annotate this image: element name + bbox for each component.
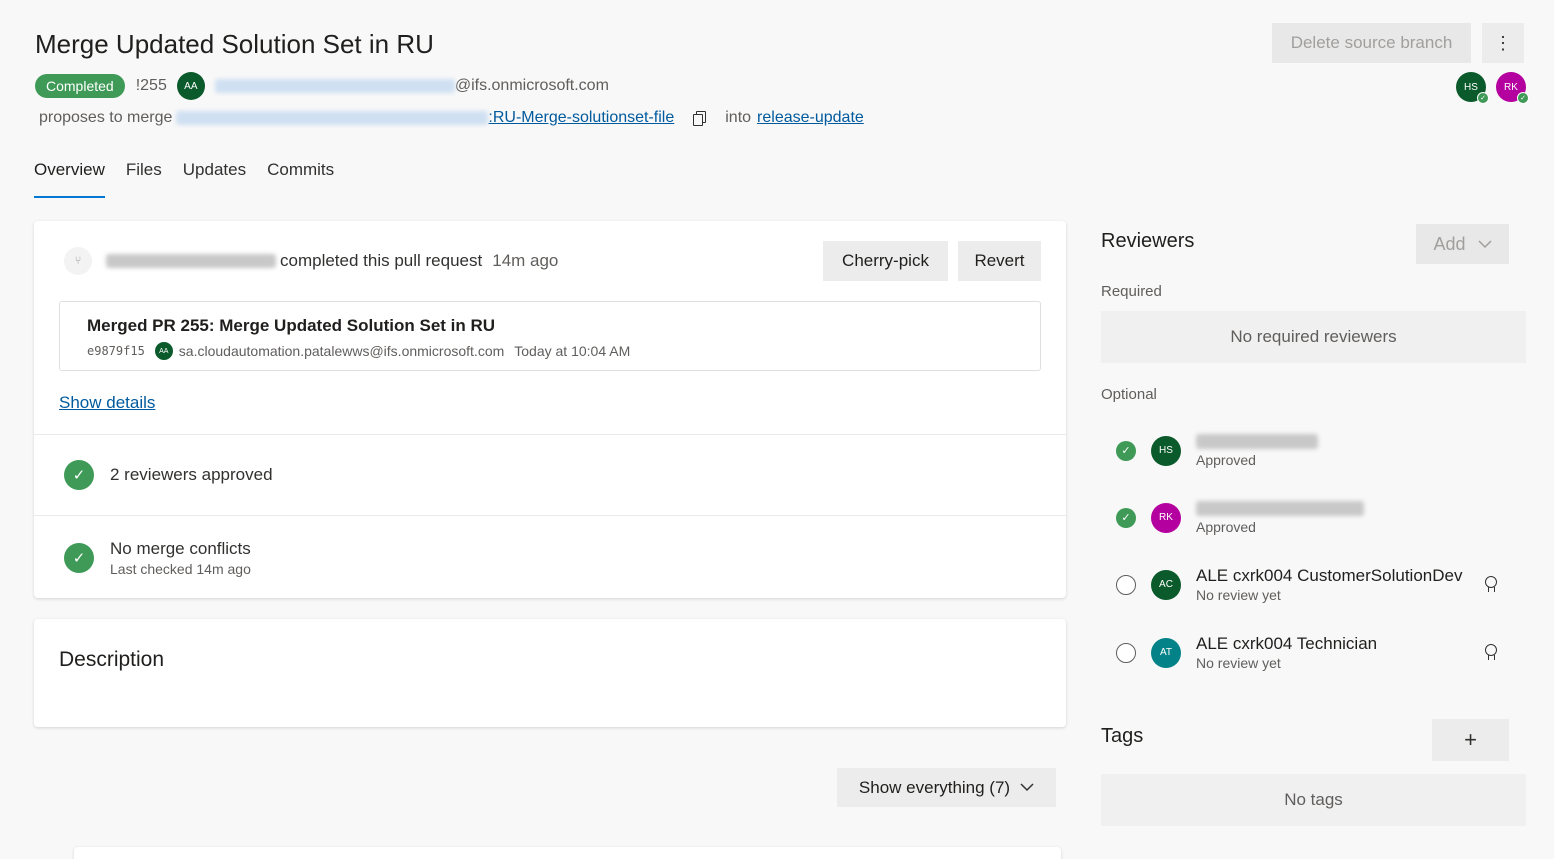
reviewer-avatar[interactable]: HS ✓	[1456, 72, 1489, 104]
required-label: Required	[1101, 283, 1162, 300]
completion-event: ⑂ completed this pull request 14m ago	[64, 247, 558, 275]
pr-meta-row: Completed !255 AA @ifs.onmicrosoft.com	[35, 72, 609, 100]
author-avatar[interactable]: AA	[176, 72, 205, 100]
reviewers-approved-text: 2 reviewers approved	[110, 465, 273, 484]
chevron-down-icon	[1477, 239, 1492, 248]
status-card: ⑂ completed this pull request 14m ago Ch…	[34, 221, 1066, 598]
reviewer-avatar: HS	[1151, 435, 1181, 466]
merge-conflicts-row: ✓ No merge conflicts Last checked 14m ag…	[64, 539, 251, 577]
commit-author-avatar: AA	[154, 342, 173, 360]
cherry-pick-button[interactable]: Cherry-pick	[823, 241, 948, 281]
source-branch-link[interactable]: :RU-Merge-solutionset-file	[488, 109, 674, 127]
description-title: Description	[59, 648, 165, 671]
avatar-initials: HS	[1464, 81, 1478, 93]
divider	[34, 515, 1066, 516]
completer-name-redacted	[106, 254, 276, 268]
success-check-icon: ✓	[64, 543, 94, 573]
commit-hash[interactable]: e9879f15	[87, 344, 145, 358]
approved-check-icon: ✓	[1517, 92, 1529, 104]
author-name-redacted	[214, 79, 455, 93]
reviewer-status: No review yet	[1196, 655, 1281, 671]
activity-card	[74, 847, 1061, 859]
chevron-down-icon	[1020, 783, 1034, 792]
tags-empty: No tags	[1101, 774, 1526, 826]
approved-check-icon: ✓	[1477, 92, 1489, 104]
reviewer-status: Approved	[1196, 519, 1256, 535]
pending-circle-icon	[1116, 642, 1136, 663]
show-details-link[interactable]: Show details	[59, 393, 155, 413]
target-branch-link[interactable]: release-update	[757, 109, 864, 127]
optional-label: Optional	[1101, 386, 1157, 403]
award-icon	[1484, 644, 1498, 661]
award-icon	[1484, 576, 1498, 593]
add-reviewer-button[interactable]: Add	[1416, 224, 1509, 264]
event-text: completed this pull request	[280, 251, 483, 270]
show-everything-button[interactable]: Show everything (7)	[837, 768, 1056, 807]
description-card: Description	[34, 619, 1066, 727]
add-reviewer-label: Add	[1433, 233, 1466, 254]
reviewer-status: Approved	[1196, 452, 1256, 468]
merge-checked-text: Last checked 14m ago	[110, 561, 251, 577]
event-time: 14m ago	[492, 251, 559, 270]
merge-conflicts-text: No merge conflicts	[110, 539, 251, 558]
success-check-icon: ✓	[64, 460, 94, 490]
add-tag-button[interactable]: +	[1432, 719, 1509, 761]
source-branch-redacted	[176, 111, 489, 125]
tab-updates[interactable]: Updates	[183, 160, 246, 198]
commit-author: sa.cloudautomation.patalewws@ifs.onmicro…	[178, 343, 505, 359]
reviewers-title: Reviewers	[1101, 230, 1195, 252]
reviewer-row[interactable]: AC ALE cxrk004 CustomerSolutionDev No re…	[1116, 566, 1462, 603]
commit-time: Today at 10:04 AM	[514, 343, 631, 359]
pending-circle-icon	[1116, 574, 1136, 595]
tab-overview[interactable]: Overview	[34, 160, 105, 198]
approved-check-icon: ✓	[1116, 440, 1136, 461]
author-domain: @ifs.onmicrosoft.com	[454, 77, 609, 94]
reviewer-name-redacted	[1196, 434, 1318, 450]
pr-tabs: Overview Files Updates Commits	[34, 160, 355, 198]
reviewer-status: No review yet	[1196, 587, 1281, 603]
merge-branches-row: proposes to merge :RU-Merge-solutionset-…	[39, 106, 864, 130]
avatar-initials: RK	[1504, 81, 1518, 93]
required-reviewers-empty: No required reviewers	[1101, 311, 1526, 363]
reviewer-avatar[interactable]: RK ✓	[1496, 72, 1529, 104]
show-everything-label: Show everything (7)	[858, 777, 1011, 797]
revert-button[interactable]: Revert	[958, 241, 1041, 281]
header-reviewer-avatars: HS ✓ RK ✓	[1456, 72, 1529, 104]
reviewer-name: ALE cxrk004 Technician	[1196, 634, 1378, 653]
commit-title: Merged PR 255: Merge Updated Solution Se…	[87, 316, 496, 335]
reviewer-avatar: AC	[1151, 569, 1181, 600]
reviewer-row[interactable]: ✓ HS Approved	[1116, 433, 1318, 468]
commit-meta: e9879f15 AA sa.cloudautomation.patalewws…	[87, 342, 1013, 360]
tab-commits[interactable]: Commits	[267, 160, 334, 198]
reviewers-approved-row: ✓ 2 reviewers approved	[64, 460, 273, 490]
copy-icon[interactable]	[692, 111, 707, 126]
more-actions-button[interactable]: ⋮	[1482, 23, 1524, 63]
into-text: into	[725, 109, 752, 126]
reviewer-name-redacted	[1196, 501, 1364, 517]
divider	[34, 434, 1066, 435]
reviewer-avatar: AT	[1151, 637, 1181, 668]
proposes-text: proposes to merge	[39, 109, 173, 126]
status-badge: Completed	[35, 74, 125, 98]
branch-icon: ⑂	[64, 247, 92, 275]
tab-files[interactable]: Files	[126, 160, 162, 198]
reviewer-row[interactable]: AT ALE cxrk004 Technician No review yet	[1116, 634, 1377, 671]
reviewer-avatar: RK	[1151, 502, 1181, 533]
tags-title: Tags	[1101, 725, 1144, 747]
merge-commit[interactable]: Merged PR 255: Merge Updated Solution Se…	[59, 301, 1041, 371]
approved-check-icon: ✓	[1116, 507, 1136, 528]
reviewer-name: ALE cxrk004 CustomerSolutionDev	[1196, 566, 1463, 585]
reviewer-row[interactable]: ✓ RK Approved	[1116, 500, 1364, 535]
page-title: Merge Updated Solution Set in RU	[35, 29, 434, 59]
delete-source-branch-button[interactable]: Delete source branch	[1272, 23, 1471, 63]
pr-number: !255	[135, 77, 167, 94]
